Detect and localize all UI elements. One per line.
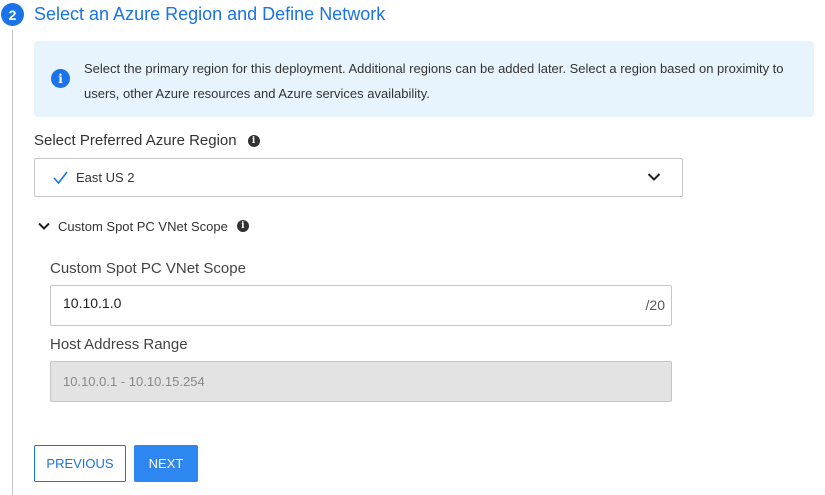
vnet-scope-help-icon[interactable]: i: [236, 220, 249, 232]
region-select[interactable]: East US 2: [34, 158, 683, 197]
step-connector-line: [12, 30, 13, 495]
vnet-scope-label: Custom Spot PC VNet Scope: [50, 260, 246, 277]
vnet-scope-suffix: /20: [645, 297, 665, 313]
vnet-scope-field: /20: [50, 285, 672, 326]
host-range-field: 10.10.0.1 - 10.10.15.254: [50, 361, 672, 402]
region-label: Select Preferred Azure Region i: [34, 132, 260, 149]
chevron-down-icon: [38, 222, 50, 230]
vnet-scope-toggle-label: Custom Spot PC VNet Scope: [58, 218, 228, 234]
step-title: Select an Azure Region and Define Networ…: [34, 4, 386, 24]
info-icon: i: [51, 69, 70, 88]
region-help-icon[interactable]: i: [247, 134, 260, 147]
check-icon: [53, 171, 68, 185]
vnet-scope-input[interactable]: [63, 295, 623, 311]
chevron-down-icon[interactable]: [647, 172, 661, 182]
vnet-scope-toggle[interactable]: Custom Spot PC VNet Scope i: [38, 217, 249, 235]
previous-button[interactable]: PREVIOUS: [34, 445, 126, 482]
next-button[interactable]: NEXT: [134, 445, 198, 482]
host-range-label: Host Address Range: [50, 336, 188, 353]
region-label-text: Select Preferred Azure Region: [34, 132, 237, 149]
step-number-badge: 2: [1, 3, 24, 26]
info-text: Select the primary region for this deplo…: [84, 61, 784, 101]
host-range-value: 10.10.0.1 - 10.10.15.254: [63, 374, 205, 389]
region-selected-value: East US 2: [76, 170, 135, 185]
